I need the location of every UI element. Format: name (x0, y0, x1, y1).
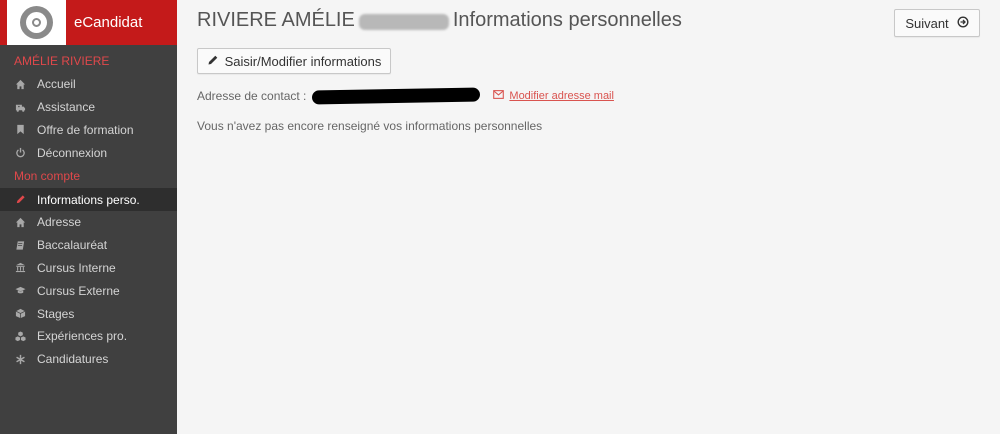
contact-row: Adresse de contact : Modifier adresse ma… (197, 87, 614, 105)
brand-header[interactable]: eCandidat (0, 0, 177, 45)
nav-item-label: Baccalauréat (37, 238, 108, 253)
brand-name: eCandidat (74, 14, 143, 31)
next-button-label: Suivant (905, 15, 949, 31)
home-icon (15, 79, 26, 90)
nav-item-label: Candidatures (37, 352, 109, 367)
nav-item-deconnexion[interactable]: Déconnexion (0, 141, 177, 164)
redacted-name (358, 13, 449, 30)
section-title-mon-compte: Mon compte (14, 169, 81, 184)
arrow-circle-right-icon (949, 15, 969, 31)
empty-info-message: Vous n'avez pas encore renseigné vos inf… (197, 119, 543, 133)
nav-item-accueil[interactable]: Accueil (0, 73, 177, 96)
asterisk-icon (15, 354, 26, 365)
sidebar: eCandidat AMÉLIE RIVIERE Accueil Assista… (0, 0, 177, 434)
nav-item-label: Informations perso. (37, 192, 140, 207)
main-content: RIVIERE AMÉLIE Informations personnelles… (177, 0, 1000, 434)
nav-item-baccalaureat[interactable]: Baccalauréat (0, 234, 177, 257)
nav-item-label: Assistance (37, 100, 96, 115)
book-icon (15, 240, 26, 251)
cubes-icon (15, 331, 26, 342)
app-logo (7, 0, 66, 45)
user-name: AMÉLIE RIVIERE (14, 54, 110, 68)
pencil-icon (207, 54, 225, 69)
nav-item-stages[interactable]: Stages (0, 302, 177, 325)
nav-item-label: Expériences pro. (37, 329, 128, 344)
nav-item-offre-formation[interactable]: Offre de formation (0, 119, 177, 142)
nav-item-label: Accueil (37, 77, 76, 92)
page-title: RIVIERE AMÉLIE Informations personnelles (197, 9, 682, 32)
redacted-email (312, 87, 481, 105)
title-name: RIVIERE AMÉLIE (197, 9, 355, 31)
nav-item-label: Adresse (37, 215, 82, 230)
edit-info-button[interactable]: Saisir/Modifier informations (197, 48, 391, 74)
graduation-cap-icon (15, 285, 26, 296)
nav-item-label: Offre de formation (37, 122, 134, 137)
nav-item-cursus-externe[interactable]: Cursus Externe (0, 279, 177, 302)
ambulance-icon (15, 102, 26, 113)
modify-mail-label: Modifier adresse mail (509, 90, 614, 102)
nav-item-label: Stages (37, 306, 75, 321)
nav-item-cursus-interne[interactable]: Cursus Interne (0, 257, 177, 280)
nav-item-label: Cursus Interne (37, 260, 116, 275)
nav-item-informations-perso[interactable]: Informations perso. (0, 188, 177, 211)
edit-info-button-label: Saisir/Modifier informations (224, 53, 382, 69)
cube-icon (15, 308, 26, 319)
title-page-name: Informations personnelles (452, 9, 682, 31)
nav-item-experiences-pro[interactable]: Expériences pro. (0, 325, 177, 348)
institution-icon (15, 262, 26, 273)
nav-item-candidatures[interactable]: Candidatures (0, 348, 177, 371)
nav-item-label: Cursus Externe (37, 283, 120, 298)
home-icon (15, 217, 26, 228)
nav-item-assistance[interactable]: Assistance (0, 96, 177, 119)
contact-label: Adresse de contact : (197, 89, 307, 103)
envelope-icon (493, 90, 509, 102)
nav-item-adresse[interactable]: Adresse (0, 211, 177, 234)
power-icon (15, 147, 26, 158)
bookmark-icon (15, 124, 26, 135)
next-button[interactable]: Suivant (894, 9, 980, 37)
modify-mail-link[interactable]: Modifier adresse mail (493, 90, 614, 102)
pencil-icon (15, 194, 26, 205)
nav-item-label: Déconnexion (37, 145, 108, 160)
